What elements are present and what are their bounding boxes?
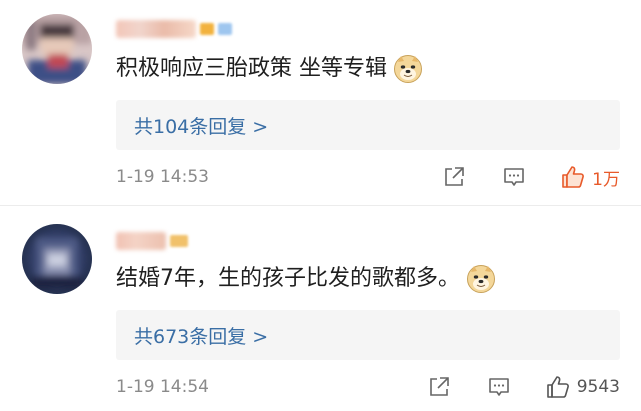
doge-emoji xyxy=(467,265,495,293)
avatar-image xyxy=(22,224,92,294)
comment-item: 积极响应三胎政策 坐等专辑 共104条回复 > 1-19 14:53 1万 xyxy=(0,0,641,205)
like-count: 1万 xyxy=(592,169,620,190)
thumbs-up-icon xyxy=(546,376,569,398)
doge-emoji xyxy=(394,55,422,83)
like-button[interactable]: 9543 xyxy=(545,374,620,400)
share-icon[interactable] xyxy=(427,375,451,399)
comment-body: 结婚7年，生的孩子比发的歌都多。 xyxy=(116,266,460,291)
avatar[interactable] xyxy=(22,224,92,294)
like-button[interactable]: 1万 xyxy=(560,164,620,190)
comment-text: 结婚7年，生的孩子比发的歌都多。 xyxy=(116,262,496,296)
badge-icon xyxy=(218,23,232,35)
comment-text: 积极响应三胎政策 坐等专辑 xyxy=(116,52,423,86)
view-replies-link[interactable]: 共673条回复 > xyxy=(134,322,268,349)
replies-box[interactable]: 共104条回复 > xyxy=(116,100,620,150)
timestamp: 1-19 14:53 xyxy=(116,167,209,187)
comment-body: 积极响应三胎政策 坐等专辑 xyxy=(116,56,387,81)
reply-icon[interactable] xyxy=(487,375,511,399)
like-count: 9543 xyxy=(576,377,620,397)
blurred-name xyxy=(116,20,196,38)
comment-footer: 1-19 14:54 9543 xyxy=(116,372,620,402)
reply-icon[interactable] xyxy=(502,165,526,189)
share-icon[interactable] xyxy=(442,165,466,189)
badge-icon xyxy=(200,23,214,35)
blurred-name xyxy=(116,232,166,250)
badge-icon xyxy=(170,235,188,247)
username-blurred[interactable] xyxy=(116,16,246,42)
view-replies-link[interactable]: 共104条回复 > xyxy=(134,112,268,139)
username-blurred[interactable] xyxy=(116,228,246,254)
thumbs-up-icon xyxy=(562,166,585,188)
comment-footer: 1-19 14:53 1万 xyxy=(116,162,620,192)
replies-box[interactable]: 共673条回复 > xyxy=(116,310,620,360)
comment-item: 结婚7年，生的孩子比发的歌都多。 共673条回复 > 1-19 14:54 95… xyxy=(0,205,641,411)
avatar[interactable] xyxy=(22,14,92,84)
avatar-image xyxy=(22,14,92,84)
timestamp: 1-19 14:54 xyxy=(116,377,209,397)
